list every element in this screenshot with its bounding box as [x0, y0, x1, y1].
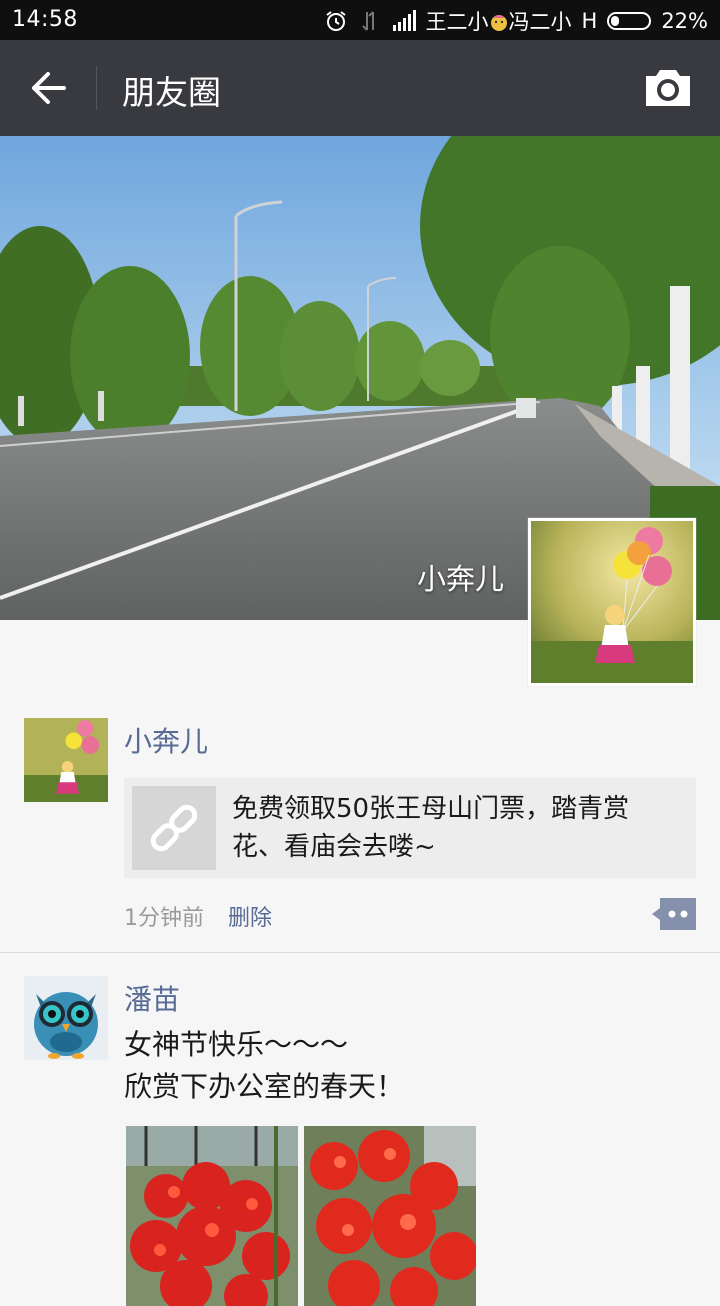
baby-emoji-icon: [490, 15, 507, 31]
post-user-name[interactable]: 潘苗: [124, 978, 180, 1018]
red-flowers-image: [126, 1126, 298, 1306]
post-avatar[interactable]: [24, 976, 108, 1060]
link-thumbnail: [132, 786, 216, 870]
cover-user-name[interactable]: 小奔儿: [417, 556, 504, 598]
page-title: 朋友圈: [122, 73, 221, 112]
moment-post-2: 潘苗 女神节快乐～～～ 欣赏下办公室的春天！: [0, 976, 720, 1306]
status-bar: 14:58 王二小 冯二小 H 22%: [0, 0, 720, 40]
back-arrow-icon[interactable]: [20, 64, 76, 112]
comment-more-icon[interactable]: [652, 898, 696, 930]
red-flowers-closeup-image: [304, 1126, 476, 1306]
chain-link-icon: [150, 804, 198, 852]
carrier-2: 冯二小: [508, 10, 572, 34]
link-title: 免费领取50张王母山门票，踏青赏花、看庙会去喽~: [232, 794, 630, 862]
signal-icon: [392, 10, 416, 31]
post-photo-1[interactable]: [126, 1126, 298, 1306]
owl-avatar: [24, 976, 108, 1060]
post-text-line-1: 女神节快乐～～～: [124, 1028, 349, 1061]
post-avatar[interactable]: [24, 718, 108, 802]
balloon-girl-image: [531, 521, 693, 683]
post-time: 1分钟前: [124, 906, 204, 931]
app-header: 朋友圈: [0, 40, 720, 136]
post-text-line-2: 欣赏下办公室的春天！: [124, 1070, 405, 1103]
delete-button[interactable]: 删除: [228, 900, 272, 932]
post-user-name[interactable]: 小奔儿: [124, 720, 208, 760]
moment-post-1: 小奔儿 免费领取50张王母山门票，踏青赏花、看庙会去喽~ 1分钟前 删除: [0, 718, 720, 952]
alarm-icon: [325, 11, 346, 31]
battery-percent: 22%: [661, 9, 708, 33]
header-divider: [96, 66, 97, 110]
battery-icon: [607, 12, 652, 30]
status-right: 王二小 冯二小 H 22%: [324, 6, 708, 36]
battery-fill: [611, 16, 620, 26]
network-type: H: [581, 9, 598, 33]
carrier-label: 王二小 冯二小: [426, 6, 572, 36]
post-photo-2[interactable]: [304, 1126, 476, 1306]
post-divider: [0, 952, 720, 953]
data-arrows-icon: [361, 11, 374, 31]
balloon-girl-avatar: [24, 718, 108, 802]
camera-icon[interactable]: [642, 66, 694, 110]
carrier-1: 王二小: [425, 10, 489, 34]
profile-avatar[interactable]: [528, 518, 696, 686]
status-time: 14:58: [12, 7, 78, 32]
shared-link-card[interactable]: 免费领取50张王母山门票，踏青赏花、看庙会去喽~: [124, 778, 696, 878]
